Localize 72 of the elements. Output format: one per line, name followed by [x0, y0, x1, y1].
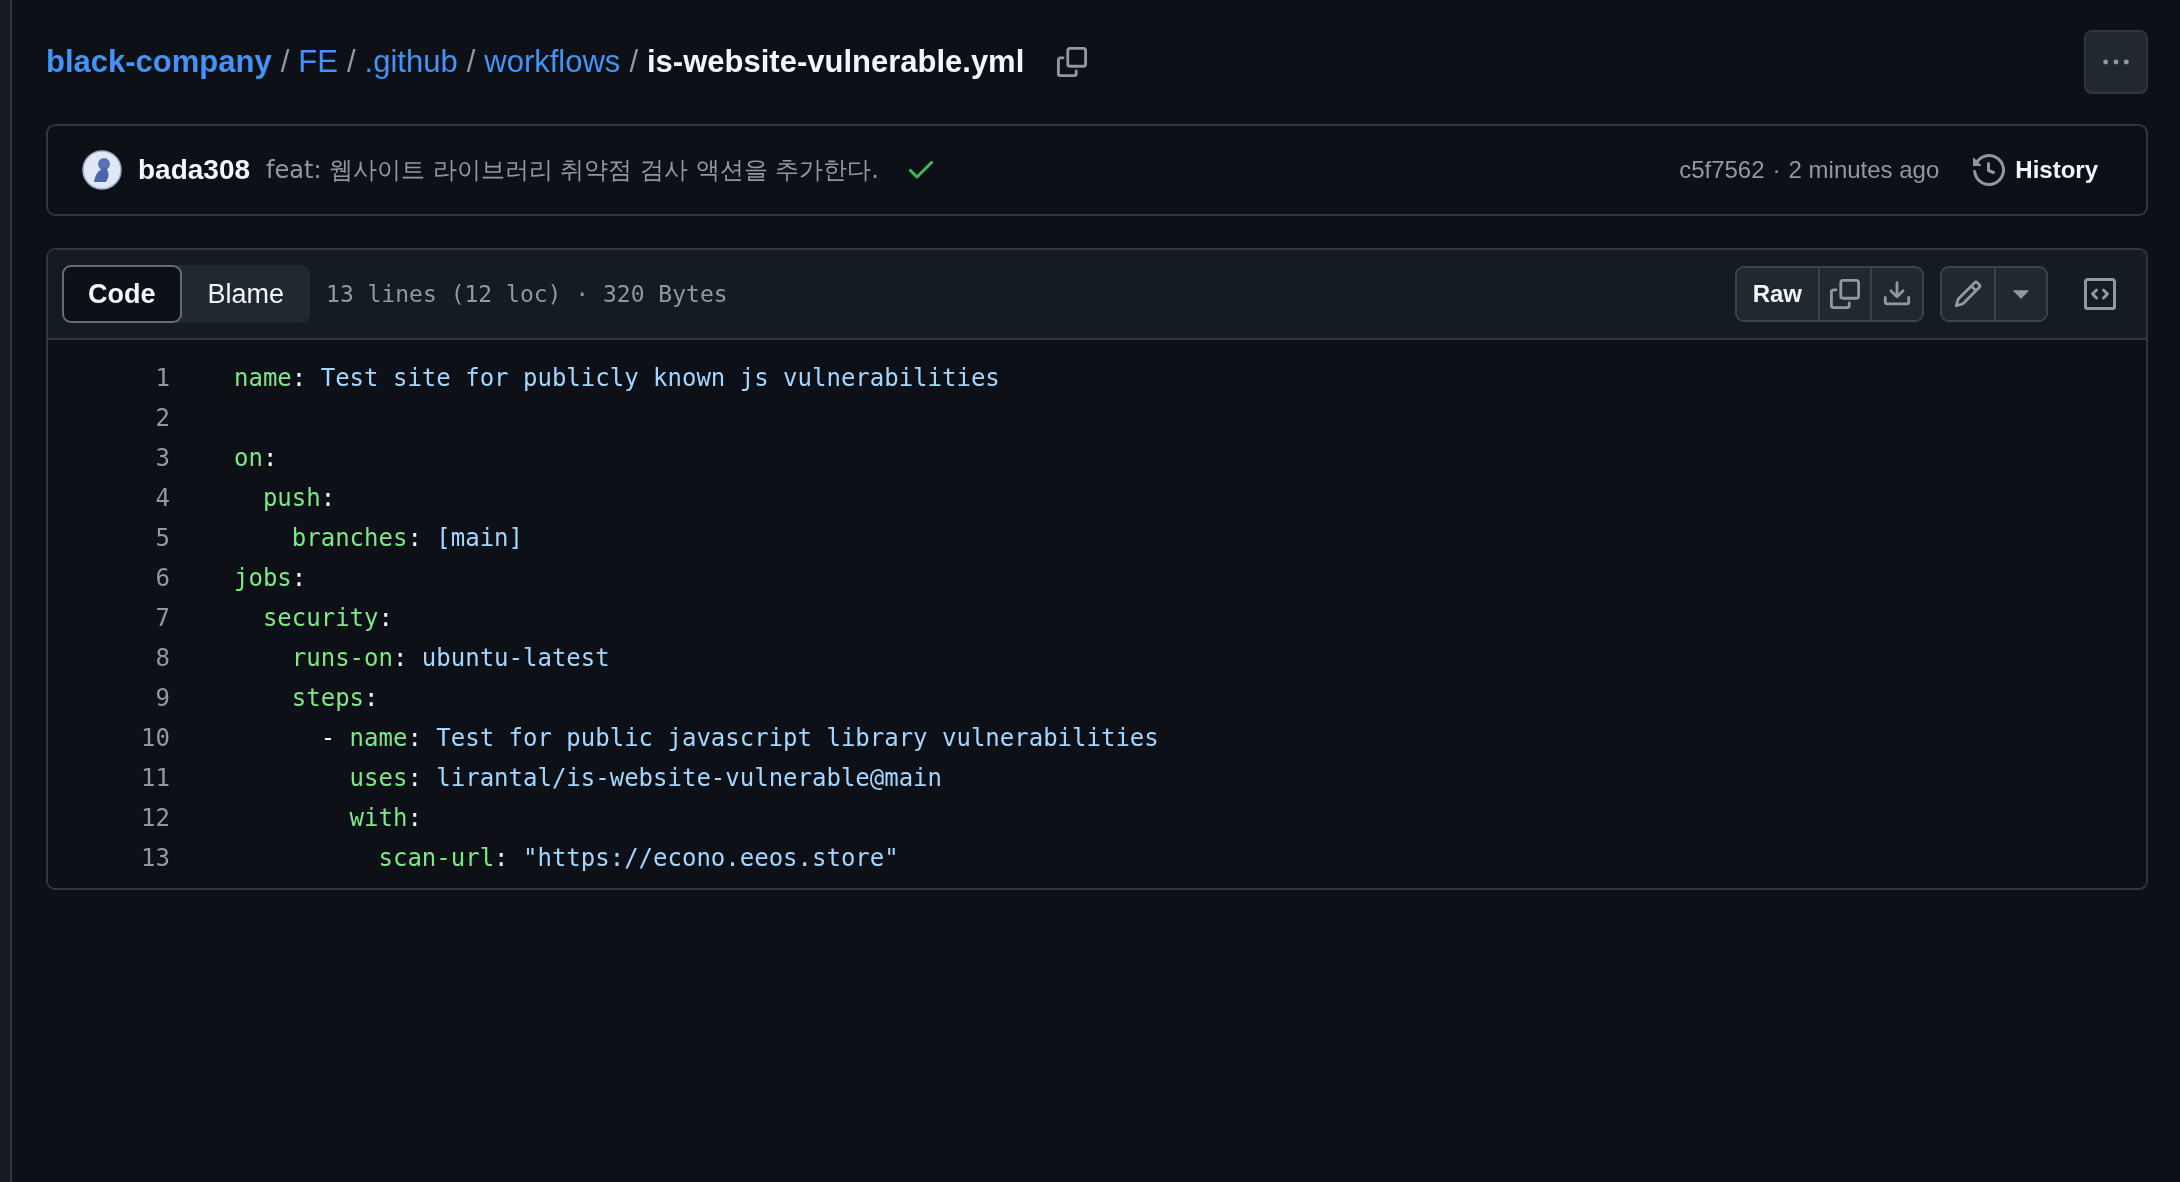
file-info: 13 lines (12 loc) · 320 Bytes	[326, 281, 728, 307]
breadcrumb-link[interactable]: workflows	[484, 44, 621, 80]
breadcrumb-separator: /	[466, 44, 476, 80]
view-tab[interactable]: Code	[62, 265, 182, 323]
yaml-key: on	[234, 444, 263, 472]
yaml-punctuation: :	[407, 524, 423, 552]
yaml-value: Test site for publicly known js vulnerabilities	[320, 364, 1000, 392]
yaml-punctuation: :	[262, 444, 278, 472]
breadcrumb-separator: /	[629, 44, 638, 80]
yaml-punctuation: :	[291, 364, 308, 392]
yaml-punctuation: -	[319, 724, 337, 752]
yaml-value: ubuntu-latest	[421, 644, 610, 672]
breadcrumb-separator: /	[346, 44, 356, 80]
line-number: 8	[154, 644, 170, 672]
yaml-key: with	[234, 804, 408, 832]
yaml-key: push	[234, 484, 321, 512]
pencil-icon	[1953, 279, 1983, 309]
yaml-value: [main]	[436, 524, 523, 552]
avatar-icon	[82, 150, 122, 190]
file-name: is-website-vulnerable.yml	[647, 44, 1025, 80]
yaml-punctuation: :	[392, 644, 409, 672]
commit-message[interactable]: feat: 웹사이트 라이브러리 취약점 검사 액션을 추가한다.	[266, 154, 879, 186]
caret-icon	[2013, 289, 2029, 299]
view-tab[interactable]: Blame	[181, 265, 311, 323]
line-number: 12	[140, 804, 170, 832]
edit-menu-button[interactable]	[1994, 268, 2046, 320]
download-button[interactable]	[1870, 268, 1922, 320]
line-number: 5	[154, 524, 170, 552]
line-number: 7	[154, 604, 170, 632]
yaml-key: steps	[234, 684, 365, 712]
yaml-value: lirantal/is-website-vulnerable@main	[436, 764, 943, 792]
line-number: 9	[154, 684, 170, 712]
line-number: 13	[140, 844, 170, 872]
yaml-key: uses	[234, 764, 408, 792]
line-number: 1	[154, 364, 170, 392]
yaml-punctuation: :	[320, 484, 336, 512]
yaml-key: name	[234, 364, 292, 392]
yaml-key: security	[234, 604, 379, 632]
yaml-punctuation: :	[407, 724, 423, 752]
breadcrumb-link[interactable]: FE	[298, 44, 338, 80]
check-icon[interactable]	[908, 161, 933, 179]
line-number: 4	[154, 484, 170, 512]
line-number: 3	[154, 444, 170, 472]
line-number: 10	[140, 724, 170, 752]
yaml-key: runs-on	[234, 644, 393, 672]
commit-time: 2 minutes ago	[1788, 156, 1940, 184]
commit-author[interactable]: bada308	[138, 154, 251, 186]
yaml-punctuation: :	[378, 604, 393, 632]
yaml-key: name	[349, 724, 408, 752]
line-number: 2	[154, 404, 170, 432]
kebab-icon	[2103, 59, 2129, 65]
line-number: 6	[154, 564, 170, 592]
copy-icon	[1057, 47, 1088, 77]
copy-icon	[1830, 279, 1860, 309]
yaml-value: Test for public javascript library vulnerabilities	[436, 724, 1159, 752]
yaml-punctuation: :	[291, 564, 307, 592]
yaml-punctuation: :	[494, 844, 510, 872]
line-number: 11	[140, 764, 170, 792]
yaml-key: scan-url	[234, 844, 495, 872]
yaml-punctuation: :	[407, 764, 423, 792]
yaml-punctuation: :	[364, 684, 379, 712]
separator-dot: ·	[1772, 156, 1781, 184]
breadcrumb-link[interactable]: .github	[364, 44, 458, 80]
breadcrumb-separator: /	[280, 44, 290, 80]
history-button[interactable]: History	[1973, 154, 2098, 186]
breadcrumb-link[interactable]: black-company	[46, 44, 272, 80]
yaml-key: jobs	[234, 564, 292, 592]
yaml-punctuation: :	[407, 804, 422, 832]
history-icon	[1973, 154, 2006, 186]
yaml-key: branches	[234, 524, 408, 552]
commit-sha[interactable]: c5f7562	[1679, 156, 1765, 184]
yaml-value: "https://econo.eeos.store"	[523, 844, 899, 872]
